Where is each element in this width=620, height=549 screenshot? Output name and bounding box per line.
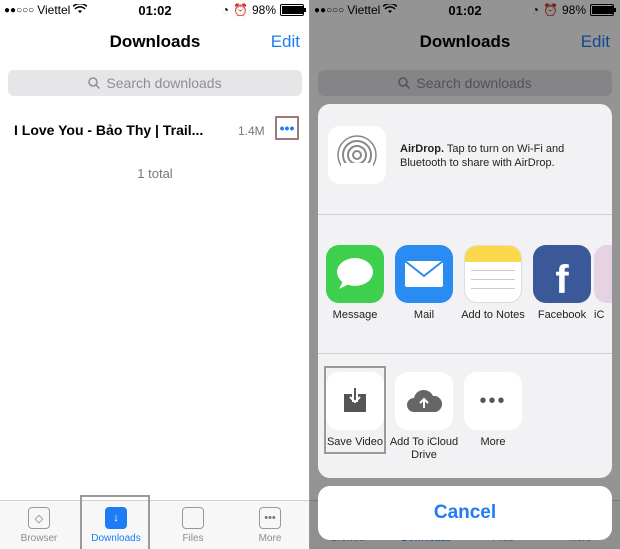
edit-button[interactable]: Edit: [271, 32, 300, 52]
more-action[interactable]: ••• More: [458, 372, 528, 449]
airdrop-icon[interactable]: [328, 126, 386, 184]
page-title: Downloads: [109, 32, 201, 51]
nav-bar: Downloads Edit: [0, 22, 310, 62]
battery-percent: 98%: [251, 3, 276, 17]
battery-icon: [280, 4, 306, 16]
airdrop-section: AirDrop. Tap to turn on Wi-Fi and Blueto…: [318, 104, 612, 215]
lock-rotation-icon: ◔: [221, 3, 230, 17]
compass-icon: ◇: [28, 507, 50, 529]
download-name: I Love You - Bảo Thy | Trail...: [14, 122, 204, 138]
share-screen: ●●○○○ Viettel 01:02 ◔ ⏰ 98% Downloads Ed…: [310, 0, 620, 549]
total-count: 1 total: [137, 166, 173, 181]
more-dots-icon: •••: [464, 372, 522, 430]
airdrop-description: AirDrop. Tap to turn on Wi-Fi and Blueto…: [400, 143, 565, 169]
message-bubble-icon: [326, 245, 384, 303]
tab-files[interactable]: Files: [158, 507, 228, 544]
share-app-facebook[interactable]: f Facebook: [527, 245, 597, 321]
share-apps-row: Message Mail Add to Notes f Facebook iC: [318, 215, 612, 354]
facebook-icon: f: [533, 245, 591, 303]
notes-icon: [464, 245, 522, 303]
icloud-action[interactable]: Add To iCloud Drive: [389, 372, 459, 462]
download-more-button[interactable]: •••: [275, 116, 299, 140]
share-app-notes[interactable]: Add to Notes: [458, 245, 528, 321]
tab-more[interactable]: ••• More: [235, 507, 305, 544]
alarm-icon: ⏰: [233, 3, 248, 17]
cancel-button[interactable]: Cancel: [318, 486, 612, 540]
share-sheet: AirDrop. Tap to turn on Wi-Fi and Blueto…: [318, 104, 612, 478]
file-icon: [182, 507, 204, 529]
search-input[interactable]: Search downloads: [8, 70, 302, 96]
download-size: 1.4M: [238, 124, 265, 138]
share-app-mail[interactable]: Mail: [389, 245, 459, 321]
partial-app-icon: [594, 245, 612, 303]
downloads-screen: ●●○○○ Viettel 01:02 ◔ ⏰ 98% Downloads Ed…: [0, 0, 310, 549]
download-row[interactable]: I Love You - Bảo Thy | Trail... 1.4M •••: [14, 114, 300, 146]
status-bar: ●●○○○ Viettel 01:02 ◔ ⏰ 98%: [0, 0, 310, 22]
ellipsis-icon: •••: [259, 507, 281, 529]
envelope-icon: [395, 245, 453, 303]
save-video-highlight: [324, 366, 386, 454]
tab-browser[interactable]: ◇ Browser: [4, 507, 74, 544]
tab-bar: ◇ Browser ↓ Downloads Files ••• More: [0, 500, 310, 549]
share-actions-row: Save Video Add To iCloud Drive ••• More: [318, 354, 612, 478]
downloads-tab-highlight: [80, 495, 150, 549]
share-app-message[interactable]: Message: [320, 245, 390, 321]
share-app-partial[interactable]: iC: [594, 245, 612, 321]
search-icon: [88, 77, 101, 89]
icloud-upload-icon: [395, 372, 453, 430]
search-placeholder: Search downloads: [106, 75, 222, 91]
